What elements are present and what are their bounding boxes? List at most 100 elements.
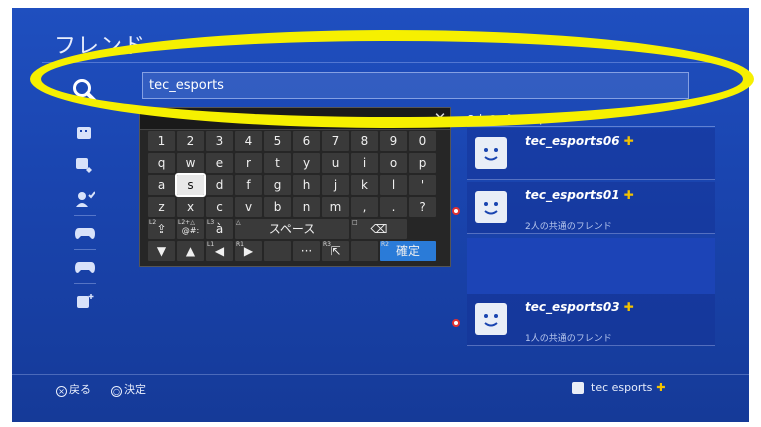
player-name: tec_esports03 ✚ bbox=[525, 300, 634, 314]
keyboard-key[interactable]: s bbox=[175, 173, 206, 197]
keyboard-up-key[interactable]: ▲ bbox=[177, 241, 204, 261]
avatar bbox=[572, 381, 584, 394]
keyboard-pointer-key[interactable]: R3 ⇱ bbox=[322, 241, 349, 261]
keyboard-key[interactable]: b bbox=[264, 197, 291, 217]
footer-divider bbox=[12, 374, 749, 375]
keyboard-key[interactable]: f bbox=[235, 175, 262, 195]
close-icon[interactable]: ✕ bbox=[430, 108, 450, 129]
keyboard-key[interactable]: i bbox=[351, 153, 378, 173]
keyboard-key[interactable]: u bbox=[322, 153, 349, 173]
confirm-hint[interactable]: ○ 決定 bbox=[111, 381, 146, 397]
page-title: フレンド bbox=[54, 34, 147, 59]
keyboard-key[interactable]: 0 bbox=[409, 131, 436, 151]
keyboard-left-key[interactable]: L1 ◀ bbox=[206, 241, 233, 261]
keyboard-blank-key[interactable] bbox=[264, 241, 291, 261]
profile-plus-icon bbox=[77, 293, 94, 308]
keyboard-key[interactable]: g bbox=[264, 175, 291, 195]
mutual-friends: 1人の共通のフレンド bbox=[525, 334, 612, 344]
keyboard-key[interactable]: w bbox=[177, 153, 204, 173]
keyboard-caps-key[interactable]: L2 ⇪ bbox=[148, 219, 175, 239]
keyboard-row: ▼ ▲ L1 ◀ R1 ▶ ··· R3 ⇱ R2 確定 bbox=[148, 241, 444, 261]
keyboard-key[interactable]: 2 bbox=[177, 131, 204, 151]
keyboard-key[interactable]: 4 bbox=[235, 131, 262, 151]
keyboard-row: 1234567890 bbox=[148, 131, 444, 151]
sidebar-item-profile[interactable] bbox=[70, 284, 100, 317]
keyboard-key[interactable]: a bbox=[148, 175, 175, 195]
ps-plus-icon: ✚ bbox=[623, 300, 634, 314]
keyboard-key[interactable]: m bbox=[322, 197, 349, 217]
keyboard-key[interactable]: n bbox=[293, 197, 320, 217]
mutual-friends: 2人の共通のフレンド bbox=[525, 222, 612, 232]
keyboard-row: z x c v b n m,.? bbox=[148, 197, 444, 217]
current-user: tec esports ✚ bbox=[572, 381, 666, 394]
sidebar bbox=[70, 116, 100, 317]
keyboard-key[interactable]: 1 bbox=[148, 131, 175, 151]
sidebar-item-add-friend[interactable] bbox=[70, 182, 100, 215]
keyboard-key[interactable]: z bbox=[148, 197, 175, 217]
keyboard-confirm-button[interactable]: R2 確定 bbox=[380, 241, 436, 261]
keyboard-key[interactable]: r bbox=[235, 153, 262, 173]
keyboard-key[interactable]: ? bbox=[409, 197, 436, 217]
search-input[interactable]: tec_esports bbox=[142, 72, 689, 99]
keyboard-more-key[interactable]: ··· bbox=[293, 241, 320, 261]
keyboard-row: qwertyuiop bbox=[148, 153, 444, 173]
sidebar-item-games-2[interactable] bbox=[70, 250, 100, 283]
keyboard-key[interactable]: j bbox=[322, 175, 349, 195]
keyboard-key[interactable]: 8 bbox=[351, 131, 378, 151]
keyboard-space-key[interactable]: △ スペース bbox=[235, 219, 349, 239]
keyboard-accent-key[interactable]: L3 à bbox=[206, 219, 233, 239]
player-card[interactable]: tec_esports03 ✚ 1人の共通のフレンド bbox=[467, 294, 715, 346]
keyboard-key[interactable]: 6 bbox=[293, 131, 320, 151]
avatar bbox=[475, 303, 507, 335]
sidebar-item-friends[interactable] bbox=[70, 116, 100, 149]
sidebar-item-requests[interactable] bbox=[70, 149, 100, 182]
keyboard-key[interactable]: l bbox=[380, 175, 407, 195]
friends-icon bbox=[77, 126, 91, 139]
header-divider bbox=[42, 62, 719, 63]
onscreen-keyboard: ✕ 1234567890 qwertyuiop a s d f g h j k l ' zxcvb… bbox=[139, 107, 451, 267]
keyboard-key[interactable]: 3 bbox=[206, 131, 233, 151]
keyboard-key[interactable]: 7 bbox=[322, 131, 349, 151]
keyboard-key[interactable]: v bbox=[235, 197, 262, 217]
keyboard-preview: ✕ bbox=[140, 108, 450, 130]
status-icon bbox=[452, 319, 460, 327]
back-hint[interactable]: × 戻る bbox=[56, 381, 91, 397]
keyboard-right-key[interactable]: R1 ▶ bbox=[235, 241, 262, 261]
keyboard-key[interactable]: o bbox=[380, 153, 407, 173]
keyboard-symbols-key[interactable]: L2+△ @#: bbox=[177, 219, 204, 239]
keyboard-key[interactable]: , bbox=[351, 197, 378, 217]
status-icon bbox=[452, 207, 460, 215]
keyboard-key[interactable]: 9 bbox=[380, 131, 407, 151]
avatar bbox=[475, 191, 507, 223]
keyboard-key[interactable]: . bbox=[380, 197, 407, 217]
keyboard-key[interactable]: c bbox=[206, 197, 233, 217]
player-card-placeholder bbox=[467, 238, 715, 294]
add-friend-icon bbox=[76, 190, 95, 207]
keyboard-down-key[interactable]: ▼ bbox=[148, 241, 175, 261]
search-icon[interactable] bbox=[72, 78, 98, 104]
keyboard-blank-key[interactable] bbox=[351, 241, 378, 261]
keyboard-key[interactable]: k bbox=[351, 175, 378, 195]
keyboard-key[interactable]: t bbox=[264, 153, 291, 173]
keyboard-key[interactable]: h bbox=[293, 175, 320, 195]
keyboard-key[interactable]: e bbox=[206, 153, 233, 173]
ps-plus-icon: ✚ bbox=[623, 188, 634, 202]
cross-button-icon: × bbox=[56, 386, 67, 397]
player-card[interactable]: tec_esports06 ✚ bbox=[467, 128, 715, 180]
player-card[interactable]: tec_esports01 ✚ 2人の共通のフレンド bbox=[467, 182, 715, 234]
keyboard-keys: 1234567890 qwertyuiop a s d f g h j k l ' zxcvbnm… bbox=[140, 130, 450, 261]
player-name: tec_esports01 ✚ bbox=[525, 188, 634, 202]
keyboard-key[interactable]: p bbox=[409, 153, 436, 173]
keyboard-backspace-key[interactable]: □ ⌫ bbox=[351, 219, 407, 239]
avatar bbox=[475, 137, 507, 169]
ps4-friends-screen: フレンド tec_esports 8人のプレーヤー tec_esports06 … bbox=[12, 8, 749, 422]
keyboard-row: a s d f g h j k l ' bbox=[148, 173, 444, 197]
keyboard-key[interactable]: y bbox=[293, 153, 320, 173]
gamepad-icon bbox=[75, 227, 95, 239]
keyboard-key[interactable]: 5 bbox=[264, 131, 291, 151]
keyboard-key[interactable]: q bbox=[148, 153, 175, 173]
sidebar-item-games[interactable] bbox=[70, 216, 100, 249]
keyboard-key[interactable]: d bbox=[206, 175, 233, 195]
keyboard-key[interactable]: x bbox=[177, 197, 204, 217]
keyboard-key[interactable]: ' bbox=[409, 175, 436, 195]
